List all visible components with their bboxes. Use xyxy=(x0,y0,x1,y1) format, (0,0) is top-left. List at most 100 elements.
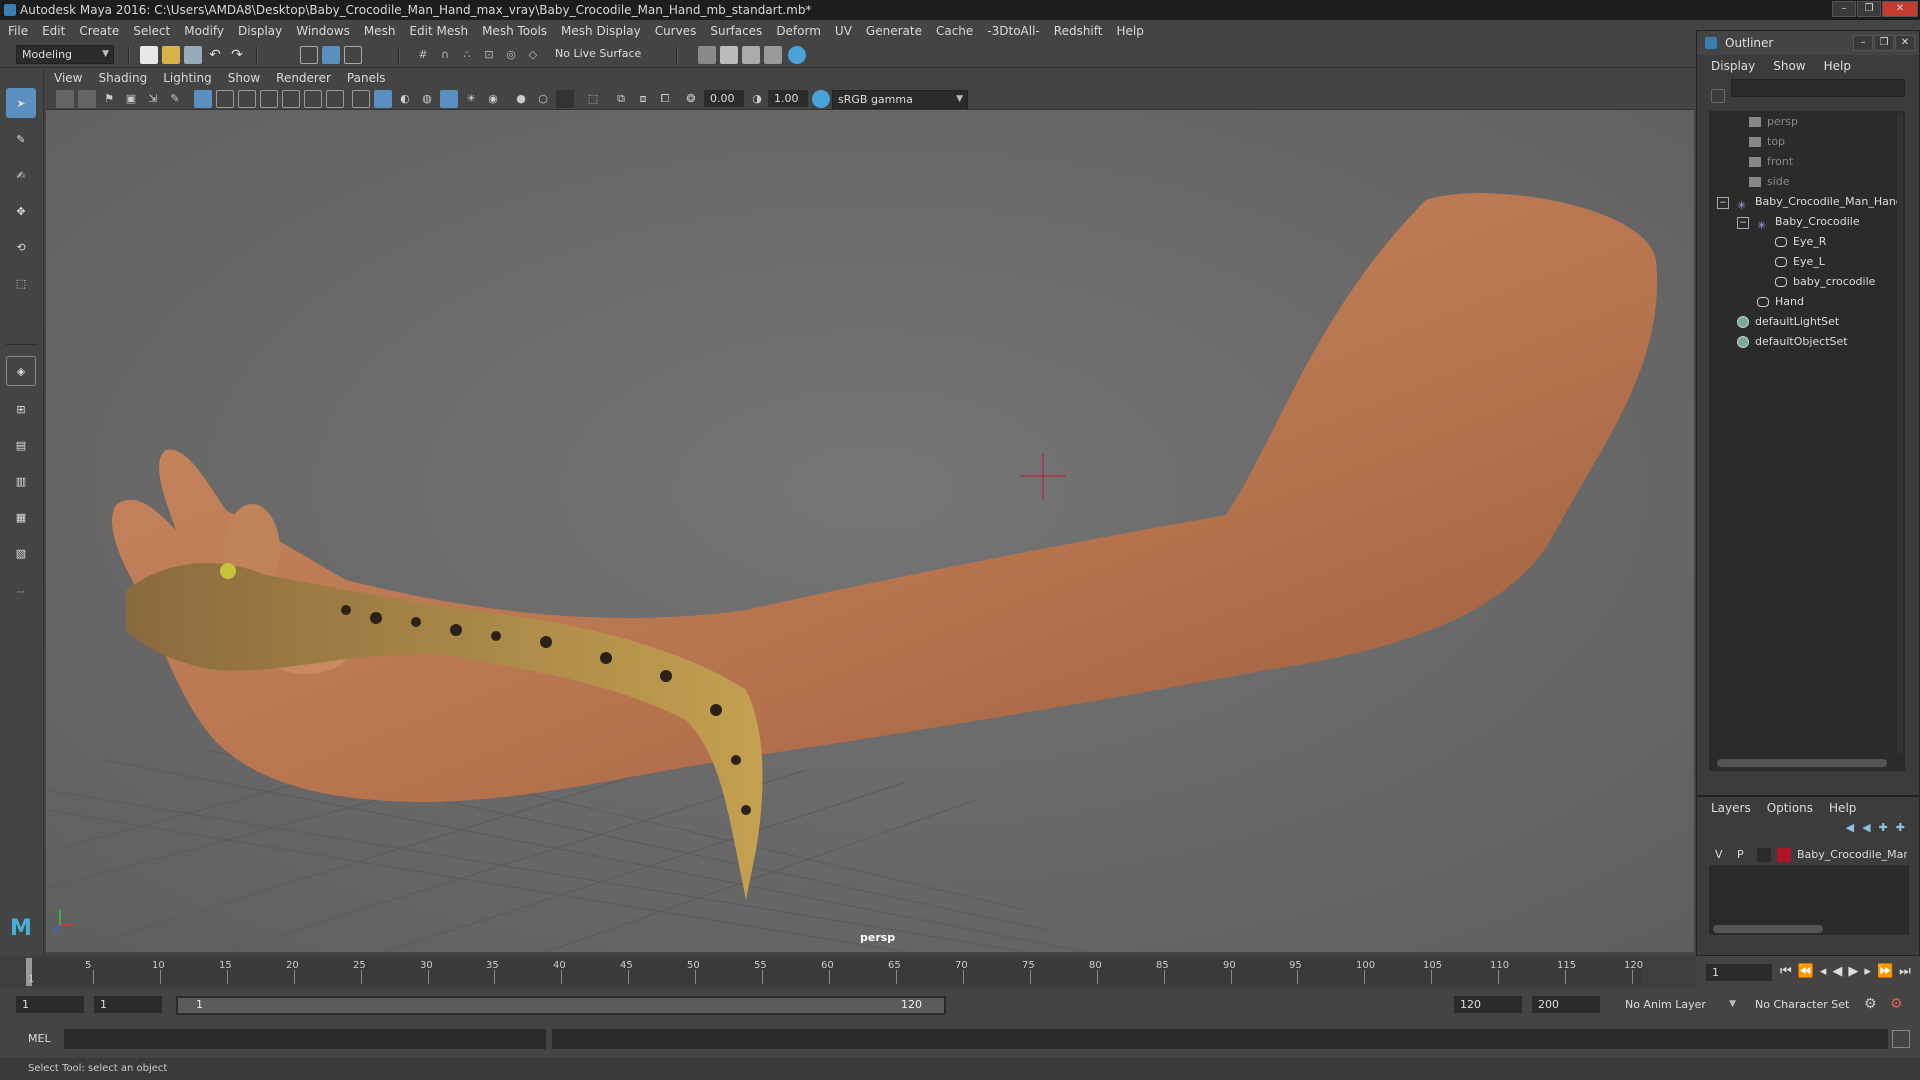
menu-edit-mesh[interactable]: Edit Mesh xyxy=(409,24,468,38)
redo-icon[interactable]: ↷ xyxy=(228,46,246,64)
outliner-item-root-group[interactable]: − ✳ Baby_Crocodile_Man_Hand xyxy=(1717,193,1903,212)
exposure-icon[interactable]: ❂ xyxy=(682,90,700,108)
select-component-icon[interactable] xyxy=(344,46,362,64)
four-view-layout-icon[interactable]: ⊞ xyxy=(6,394,36,424)
xray-joints-icon[interactable]: ⧈ xyxy=(634,90,652,108)
playback-end-field[interactable]: 120 xyxy=(1454,996,1522,1013)
move-layer-down-icon[interactable]: ◀ xyxy=(1862,821,1870,834)
move-layer-up-icon[interactable]: ◀ xyxy=(1846,821,1854,834)
menu-display[interactable]: Display xyxy=(238,24,282,38)
outliner-item-baby-crocodile-mesh[interactable]: baby_crocodile xyxy=(1775,273,1875,291)
gamma-field[interactable]: 1.00 xyxy=(768,90,808,107)
animation-start-field[interactable]: 1 xyxy=(16,996,84,1013)
outliner-item-hand[interactable]: Hand xyxy=(1757,293,1804,311)
script-editor-icon[interactable] xyxy=(1892,1030,1910,1048)
layer-menu-options[interactable]: Options xyxy=(1767,801,1813,815)
outliner-minimize-button[interactable]: – xyxy=(1853,35,1873,51)
hypershade-icon[interactable] xyxy=(788,46,806,64)
outliner-menu-help[interactable]: Help xyxy=(1824,59,1851,73)
maximize-button[interactable]: ❐ xyxy=(1857,1,1881,17)
menu-curves[interactable]: Curves xyxy=(655,24,697,38)
layer-row[interactable]: V P Baby_Crocodile_Man_Hand xyxy=(1709,845,1909,865)
xray-icon[interactable]: ⧉ xyxy=(612,90,630,108)
menu-help[interactable]: Help xyxy=(1116,24,1143,38)
lasso-tool-icon[interactable]: ✎ xyxy=(6,124,36,154)
time-slider-track[interactable]: 1 5 10 15 20 25 30 35 40 45 50 55 60 65 70 75 80 85 90 95 1… xyxy=(26,958,1643,986)
current-frame-field[interactable]: 1 xyxy=(1706,964,1772,981)
wireframe-on-shaded-icon[interactable]: ◐ xyxy=(396,90,414,108)
hypershade-layout-icon[interactable]: ▦ xyxy=(6,502,36,532)
menu-mesh-tools[interactable]: Mesh Tools xyxy=(482,24,547,38)
layer-playback-toggle[interactable]: P xyxy=(1737,845,1744,865)
range-slider-handle[interactable] xyxy=(178,998,944,1013)
collapse-icon[interactable]: − xyxy=(1717,197,1729,209)
auto-key-icon[interactable]: ⚙ xyxy=(1864,996,1877,1012)
snap-point-icon[interactable]: ∴ xyxy=(458,46,476,64)
animation-prefs-icon[interactable]: ⚙ xyxy=(1890,996,1903,1012)
panel-menu-shading[interactable]: Shading xyxy=(98,71,147,85)
layer-color-swatch[interactable] xyxy=(1777,848,1791,862)
motion-blur-icon[interactable]: ● xyxy=(512,90,530,108)
panel-menu-view[interactable]: View xyxy=(54,71,82,85)
outliner-item-baby-crocodile[interactable]: − ✳ Baby_Crocodile xyxy=(1737,213,1860,232)
new-scene-icon[interactable] xyxy=(140,46,158,64)
outliner-item-persp[interactable]: persp xyxy=(1749,113,1798,131)
menu-edit[interactable]: Edit xyxy=(42,24,65,38)
grease-pencil-icon[interactable]: ✎ xyxy=(166,90,184,108)
safe-action-icon[interactable] xyxy=(304,90,322,108)
script-language-label[interactable]: MEL xyxy=(28,1032,51,1045)
rotate-tool-icon[interactable]: ⟲ xyxy=(6,232,36,262)
menu-3dtoall[interactable]: -3DtoAll- xyxy=(987,24,1039,38)
shadows-icon[interactable]: ☀ xyxy=(462,90,480,108)
outliner-item-eye-l[interactable]: Eye_L xyxy=(1775,253,1825,271)
menu-redshift[interactable]: Redshift xyxy=(1054,24,1103,38)
filter-icon[interactable] xyxy=(1711,89,1725,103)
textured-icon[interactable]: ◍ xyxy=(418,90,436,108)
toolbox-more-icon[interactable]: ··· xyxy=(6,578,36,608)
color-space-dropdown[interactable]: sRGB gamma ▼ xyxy=(832,90,968,109)
use-all-lights-icon[interactable] xyxy=(440,90,458,108)
menu-deform[interactable]: Deform xyxy=(776,24,821,38)
layer-visibility-toggle[interactable]: V xyxy=(1715,845,1723,865)
playback-start-field[interactable]: 1 xyxy=(94,996,162,1013)
layer-type-toggle[interactable] xyxy=(1757,848,1771,862)
outliner-maximize-button[interactable]: ❐ xyxy=(1874,35,1894,51)
camera-attributes-icon[interactable] xyxy=(78,90,96,108)
character-set-dropdown[interactable]: No Character Set xyxy=(1750,996,1862,1015)
time-slider[interactable]: 1 5 10 15 20 25 30 35 40 45 50 55 60 65 70 75 80 85 90 95 1… xyxy=(0,956,1696,988)
select-hierarchy-icon[interactable] xyxy=(300,46,318,64)
render-frame-icon[interactable] xyxy=(720,46,738,64)
paint-select-icon[interactable]: ✍ xyxy=(6,160,36,190)
viewport-persp[interactable]: persp xyxy=(46,110,1694,952)
scale-tool-icon[interactable]: ⬚ xyxy=(6,268,36,298)
camera-icon[interactable] xyxy=(56,90,74,108)
collapse-icon[interactable]: − xyxy=(1737,217,1749,229)
minimize-button[interactable]: – xyxy=(1832,1,1856,17)
smooth-shade-icon[interactable] xyxy=(374,90,392,108)
persp-graph-layout-icon[interactable]: ▥ xyxy=(6,466,36,496)
mode-dropdown[interactable]: Modeling ▼ xyxy=(16,45,114,64)
animation-end-field[interactable]: 200 xyxy=(1532,996,1600,1013)
go-to-end-icon[interactable]: ⏭ xyxy=(1899,964,1911,979)
panel-menu-panels[interactable]: Panels xyxy=(347,71,386,85)
open-scene-icon[interactable] xyxy=(162,46,180,64)
menu-create[interactable]: Create xyxy=(79,24,119,38)
step-back-key-icon[interactable]: ⏪ xyxy=(1798,964,1814,979)
wireframe-icon[interactable] xyxy=(352,90,370,108)
select-tool-icon[interactable]: ➤ xyxy=(6,88,36,118)
gamma-icon[interactable]: ◑ xyxy=(748,90,766,108)
outliner-menu-show[interactable]: Show xyxy=(1773,59,1805,73)
outliner-horizontal-scrollbar[interactable] xyxy=(1717,759,1887,767)
layer-scrollbar[interactable] xyxy=(1713,925,1823,933)
multisample-aa-icon[interactable]: ○ xyxy=(534,90,552,108)
undo-icon[interactable]: ↶ xyxy=(206,46,224,64)
field-chart-icon[interactable] xyxy=(282,90,300,108)
menu-mesh-display[interactable]: Mesh Display xyxy=(561,24,641,38)
single-perspective-layout-icon[interactable]: ◈ xyxy=(6,356,36,386)
menu-generate[interactable]: Generate xyxy=(866,24,922,38)
image-plane-icon[interactable]: ▣ xyxy=(122,90,140,108)
outliner-tree[interactable]: persp top front side − ✳ Baby_Crocodile_Ma… xyxy=(1709,111,1905,771)
snap-view-icon[interactable]: ⊡ xyxy=(480,46,498,64)
outliner-item-front[interactable]: front xyxy=(1749,153,1793,171)
menu-mesh[interactable]: Mesh xyxy=(364,24,396,38)
